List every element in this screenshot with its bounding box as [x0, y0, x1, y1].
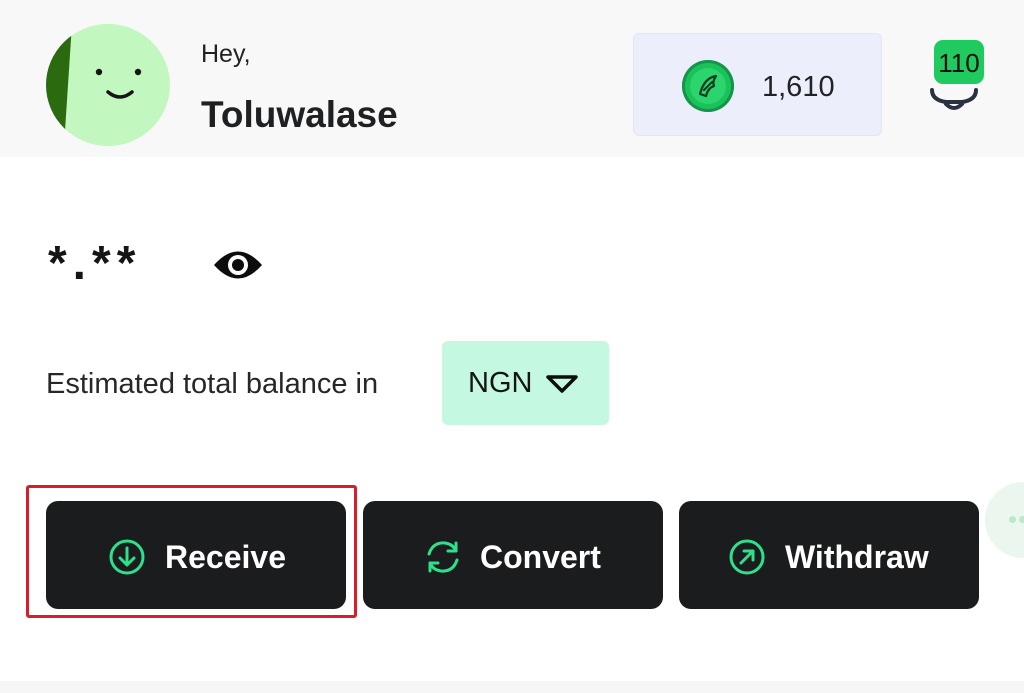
withdraw-button[interactable]: Withdraw: [679, 501, 979, 609]
convert-label: Convert: [480, 539, 601, 575]
caret-down-icon: [546, 375, 578, 393]
smiley-avatar-icon: [46, 24, 170, 146]
notifications-button[interactable]: 110: [924, 38, 986, 118]
balance-value: *.**: [48, 237, 142, 290]
refresh-icon: [427, 541, 459, 573]
currency-selector[interactable]: NGN: [442, 341, 609, 425]
coin-icon: [682, 60, 734, 112]
avatar[interactable]: [46, 24, 170, 146]
username: Toluwalase: [201, 94, 398, 135]
header: Hey, Toluwalase 1,610 110: [0, 0, 1024, 157]
selection-highlight: [26, 485, 357, 618]
withdraw-label: Withdraw: [785, 539, 929, 575]
points-value: 1,610: [762, 71, 835, 103]
currency-label: NGN: [468, 367, 533, 399]
more-dot-icon: [1019, 516, 1024, 523]
more-options-button[interactable]: [985, 482, 1024, 558]
eye-icon[interactable]: [212, 246, 264, 284]
arrow-up-right-circle-icon: [729, 539, 765, 575]
estimated-balance-label: Estimated total balance in: [46, 368, 379, 400]
footer-strip: [0, 681, 1024, 693]
more-dot-icon: [1009, 516, 1016, 523]
greeting-text: Hey,: [201, 40, 251, 68]
convert-button[interactable]: Convert: [363, 501, 663, 609]
points-badge[interactable]: 1,610: [633, 33, 882, 136]
notification-count-badge: 110: [934, 40, 984, 84]
